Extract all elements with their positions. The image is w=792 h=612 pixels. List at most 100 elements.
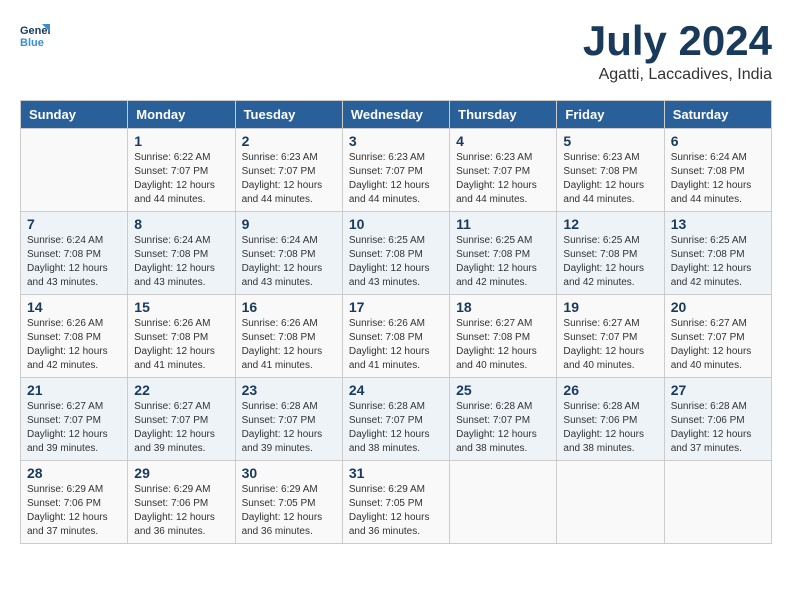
day-number: 6 [671,133,765,149]
day-info: Sunrise: 6:28 AM Sunset: 7:07 PM Dayligh… [242,400,336,456]
calendar-cell: 29 Sunrise: 6:29 AM Sunset: 7:06 PM Dayli… [128,461,235,544]
day-number: 8 [134,216,228,232]
calendar-week-5: 28 Sunrise: 6:29 AM Sunset: 7:06 PM Dayli… [21,461,772,544]
day-number: 23 [242,382,336,398]
calendar-cell: 30Sunrise: 6:29 AM Sunset: 7:05 PM Dayli… [235,461,342,544]
day-info: Sunrise: 6:24 AM Sunset: 7:08 PM Dayligh… [27,234,121,290]
day-number: 9 [242,216,336,232]
day-number: 2 [242,133,336,149]
day-info: Sunrise: 6:26 AM Sunset: 7:08 PM Dayligh… [242,317,336,373]
day-info: Sunrise: 6:27 AM Sunset: 7:07 PM Dayligh… [671,317,765,373]
calendar-cell: 21 Sunrise: 6:27 AM Sunset: 7:07 PM Dayli… [21,378,128,461]
day-number: 5 [563,133,657,149]
calendar-cell: 5 Sunrise: 6:23 AM Sunset: 7:08 PM Daylig… [557,129,664,212]
day-info: Sunrise: 6:26 AM Sunset: 7:08 PM Dayligh… [134,317,228,373]
day-number: 21 [27,382,121,398]
day-number: 19 [563,299,657,315]
day-info: Sunrise: 6:28 AM Sunset: 7:06 PM Dayligh… [671,400,765,456]
day-number: 10 [349,216,443,232]
day-number: 28 [27,465,121,481]
calendar-cell: 23 Sunrise: 6:28 AM Sunset: 7:07 PM Dayli… [235,378,342,461]
day-number: 11 [456,216,550,232]
calendar-cell: 20 Sunrise: 6:27 AM Sunset: 7:07 PM Dayli… [664,295,771,378]
column-header-friday: Friday [557,101,664,129]
day-number: 18 [456,299,550,315]
day-number: 25 [456,382,550,398]
calendar-cell: 22 Sunrise: 6:27 AM Sunset: 7:07 PM Dayli… [128,378,235,461]
calendar-cell: 24 Sunrise: 6:28 AM Sunset: 7:07 PM Dayli… [342,378,449,461]
day-info: Sunrise: 6:29 AM Sunset: 7:06 PM Dayligh… [134,483,228,539]
calendar-cell: 2 Sunrise: 6:23 AM Sunset: 7:07 PM Daylig… [235,129,342,212]
day-info: Sunrise: 6:23 AM Sunset: 7:07 PM Dayligh… [242,151,336,207]
day-info: Sunrise: 6:23 AM Sunset: 7:07 PM Dayligh… [349,151,443,207]
day-info: Sunrise: 6:26 AM Sunset: 7:08 PM Dayligh… [349,317,443,373]
day-info: Sunrise: 6:25 AM Sunset: 7:08 PM Dayligh… [671,234,765,290]
subtitle: Agatti, Laccadives, India [583,66,772,84]
day-info: Sunrise: 6:24 AM Sunset: 7:08 PM Dayligh… [671,151,765,207]
day-number: 15 [134,299,228,315]
column-header-wednesday: Wednesday [342,101,449,129]
calendar-cell: 27 Sunrise: 6:28 AM Sunset: 7:06 PM Dayli… [664,378,771,461]
day-number: 30 [242,465,336,481]
day-info: Sunrise: 6:29 AM Sunset: 7:05 PM Dayligh… [349,483,443,539]
day-number: 1 [134,133,228,149]
calendar-cell [21,129,128,212]
day-number: 4 [456,133,550,149]
day-number: 27 [671,382,765,398]
day-info: Sunrise: 6:27 AM Sunset: 7:07 PM Dayligh… [134,400,228,456]
day-info: Sunrise: 6:26 AM Sunset: 7:08 PM Dayligh… [27,317,121,373]
calendar-cell: 7Sunrise: 6:24 AM Sunset: 7:08 PM Daylig… [21,212,128,295]
svg-text:Blue: Blue [20,37,44,49]
day-number: 29 [134,465,228,481]
calendar-week-4: 21 Sunrise: 6:27 AM Sunset: 7:07 PM Dayli… [21,378,772,461]
day-info: Sunrise: 6:24 AM Sunset: 7:08 PM Dayligh… [134,234,228,290]
calendar-cell: 26Sunrise: 6:28 AM Sunset: 7:06 PM Dayli… [557,378,664,461]
calendar-cell: 10Sunrise: 6:25 AM Sunset: 7:08 PM Dayli… [342,212,449,295]
column-header-thursday: Thursday [450,101,557,129]
calendar-cell: 3Sunrise: 6:23 AM Sunset: 7:07 PM Daylig… [342,129,449,212]
calendar-cell: 12Sunrise: 6:25 AM Sunset: 7:08 PM Dayli… [557,212,664,295]
calendar-cell: 4 Sunrise: 6:23 AM Sunset: 7:07 PM Daylig… [450,129,557,212]
calendar-cell: 25Sunrise: 6:28 AM Sunset: 7:07 PM Dayli… [450,378,557,461]
day-number: 14 [27,299,121,315]
day-number: 22 [134,382,228,398]
calendar-week-3: 14 Sunrise: 6:26 AM Sunset: 7:08 PM Dayli… [21,295,772,378]
calendar-cell: 19 Sunrise: 6:27 AM Sunset: 7:07 PM Dayli… [557,295,664,378]
day-number: 20 [671,299,765,315]
calendar-cell: 13 Sunrise: 6:25 AM Sunset: 7:08 PM Dayli… [664,212,771,295]
day-info: Sunrise: 6:23 AM Sunset: 7:08 PM Dayligh… [563,151,657,207]
calendar-body: 1Sunrise: 6:22 AM Sunset: 7:07 PM Daylig… [21,129,772,544]
calendar-table: SundayMondayTuesdayWednesdayThursdayFrid… [20,100,772,544]
day-info: Sunrise: 6:23 AM Sunset: 7:07 PM Dayligh… [456,151,550,207]
calendar-cell: 15 Sunrise: 6:26 AM Sunset: 7:08 PM Dayli… [128,295,235,378]
calendar-week-1: 1Sunrise: 6:22 AM Sunset: 7:07 PM Daylig… [21,129,772,212]
calendar-cell: 1Sunrise: 6:22 AM Sunset: 7:07 PM Daylig… [128,129,235,212]
calendar-cell: 18Sunrise: 6:27 AM Sunset: 7:08 PM Dayli… [450,295,557,378]
calendar-cell: 9 Sunrise: 6:24 AM Sunset: 7:08 PM Daylig… [235,212,342,295]
day-info: Sunrise: 6:25 AM Sunset: 7:08 PM Dayligh… [563,234,657,290]
month-title: July 2024 [583,20,772,62]
calendar-header-row: SundayMondayTuesdayWednesdayThursdayFrid… [21,101,772,129]
calendar-cell: 28Sunrise: 6:29 AM Sunset: 7:06 PM Dayli… [21,461,128,544]
logo-icon: General Blue [20,20,50,50]
day-info: Sunrise: 6:24 AM Sunset: 7:08 PM Dayligh… [242,234,336,290]
day-number: 31 [349,465,443,481]
day-info: Sunrise: 6:27 AM Sunset: 7:07 PM Dayligh… [27,400,121,456]
calendar-cell: 14 Sunrise: 6:26 AM Sunset: 7:08 PM Dayli… [21,295,128,378]
day-info: Sunrise: 6:28 AM Sunset: 7:07 PM Dayligh… [349,400,443,456]
day-info: Sunrise: 6:28 AM Sunset: 7:06 PM Dayligh… [563,400,657,456]
day-info: Sunrise: 6:25 AM Sunset: 7:08 PM Dayligh… [456,234,550,290]
calendar-cell: 8 Sunrise: 6:24 AM Sunset: 7:08 PM Daylig… [128,212,235,295]
column-header-tuesday: Tuesday [235,101,342,129]
day-info: Sunrise: 6:27 AM Sunset: 7:07 PM Dayligh… [563,317,657,373]
column-header-sunday: Sunday [21,101,128,129]
logo: General Blue [20,20,54,50]
column-header-monday: Monday [128,101,235,129]
day-number: 24 [349,382,443,398]
calendar-cell: 11 Sunrise: 6:25 AM Sunset: 7:08 PM Dayli… [450,212,557,295]
calendar-cell [664,461,771,544]
calendar-week-2: 7Sunrise: 6:24 AM Sunset: 7:08 PM Daylig… [21,212,772,295]
day-number: 13 [671,216,765,232]
calendar-cell: 16Sunrise: 6:26 AM Sunset: 7:08 PM Dayli… [235,295,342,378]
column-header-saturday: Saturday [664,101,771,129]
